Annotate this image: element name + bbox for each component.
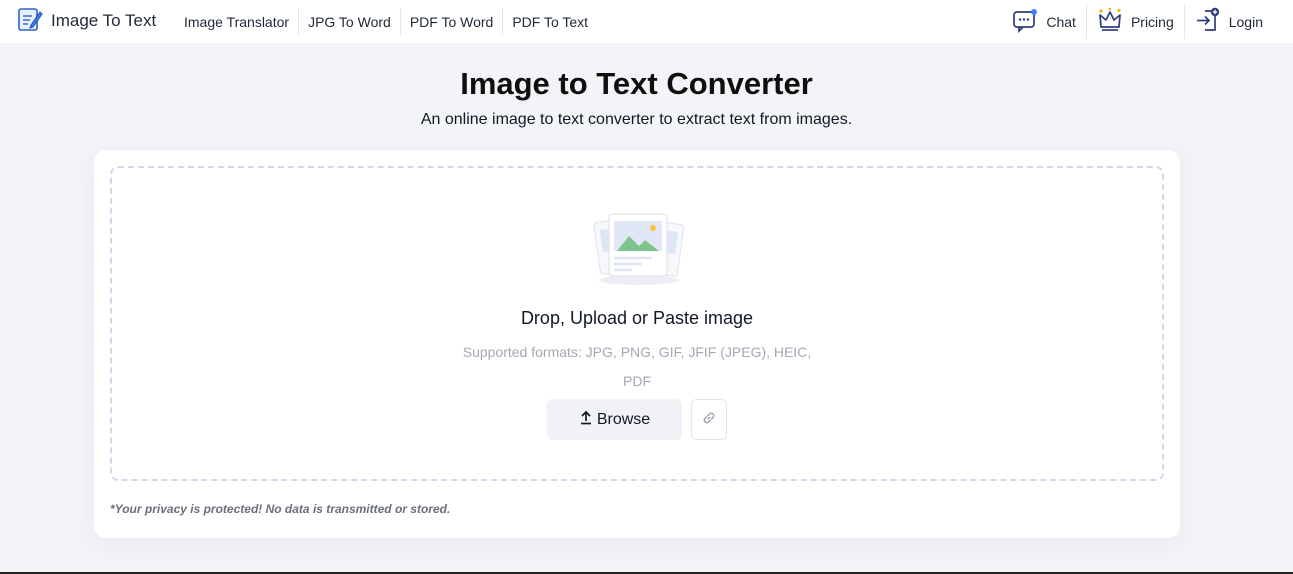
browse-label: Browse xyxy=(596,410,651,428)
upload-instructions: Drop, Upload or Paste image xyxy=(520,308,754,328)
login-arrow-icon xyxy=(1195,7,1221,36)
main-nav: Image Translator JPG To Word PDF To Word… xyxy=(175,8,597,35)
chat-bubble-icon xyxy=(1012,7,1038,36)
browse-button[interactable]: Browse xyxy=(547,399,682,440)
brand-name: Image To Text xyxy=(51,11,157,30)
page-subtitle: An online image to text converter to ext… xyxy=(420,111,853,128)
privacy-notice: *Your privacy is protected! No data is t… xyxy=(110,502,451,516)
brand-logo[interactable]: Image To Text xyxy=(17,6,157,37)
pricing-button[interactable]: Pricing xyxy=(1087,4,1184,39)
pricing-label: Pricing xyxy=(1130,13,1174,30)
notepad-pencil-icon xyxy=(17,6,43,37)
supported-formats: Supported formats: JPG, PNG, GIF, JFIF (… xyxy=(462,344,812,389)
upload-dropzone[interactable]: Drop, Upload or Paste image Supported fo… xyxy=(110,166,1164,481)
image-files-illustration xyxy=(587,208,691,288)
link-icon xyxy=(701,410,717,429)
account-nav: Chat Pricing Login xyxy=(1002,4,1273,39)
nav-jpg-to-word[interactable]: JPG To Word xyxy=(299,8,400,35)
nav-pdf-to-text[interactable]: PDF To Text xyxy=(503,8,597,35)
chat-button[interactable]: Chat xyxy=(1002,4,1086,39)
nav-pdf-to-word[interactable]: PDF To Word xyxy=(401,8,503,35)
crown-icon xyxy=(1097,7,1123,36)
login-button[interactable]: Login xyxy=(1185,4,1273,39)
top-navbar: Image To Text Image Translator JPG To Wo… xyxy=(0,0,1293,43)
upload-card: Drop, Upload or Paste image Supported fo… xyxy=(94,150,1180,538)
page-title: Image to Text Converter xyxy=(460,66,813,101)
upload-arrow-icon xyxy=(579,409,593,430)
chat-label: Chat xyxy=(1046,13,1076,30)
login-label: Login xyxy=(1228,13,1263,30)
nav-image-translator[interactable]: Image Translator xyxy=(175,8,298,35)
url-link-button[interactable] xyxy=(691,399,727,440)
